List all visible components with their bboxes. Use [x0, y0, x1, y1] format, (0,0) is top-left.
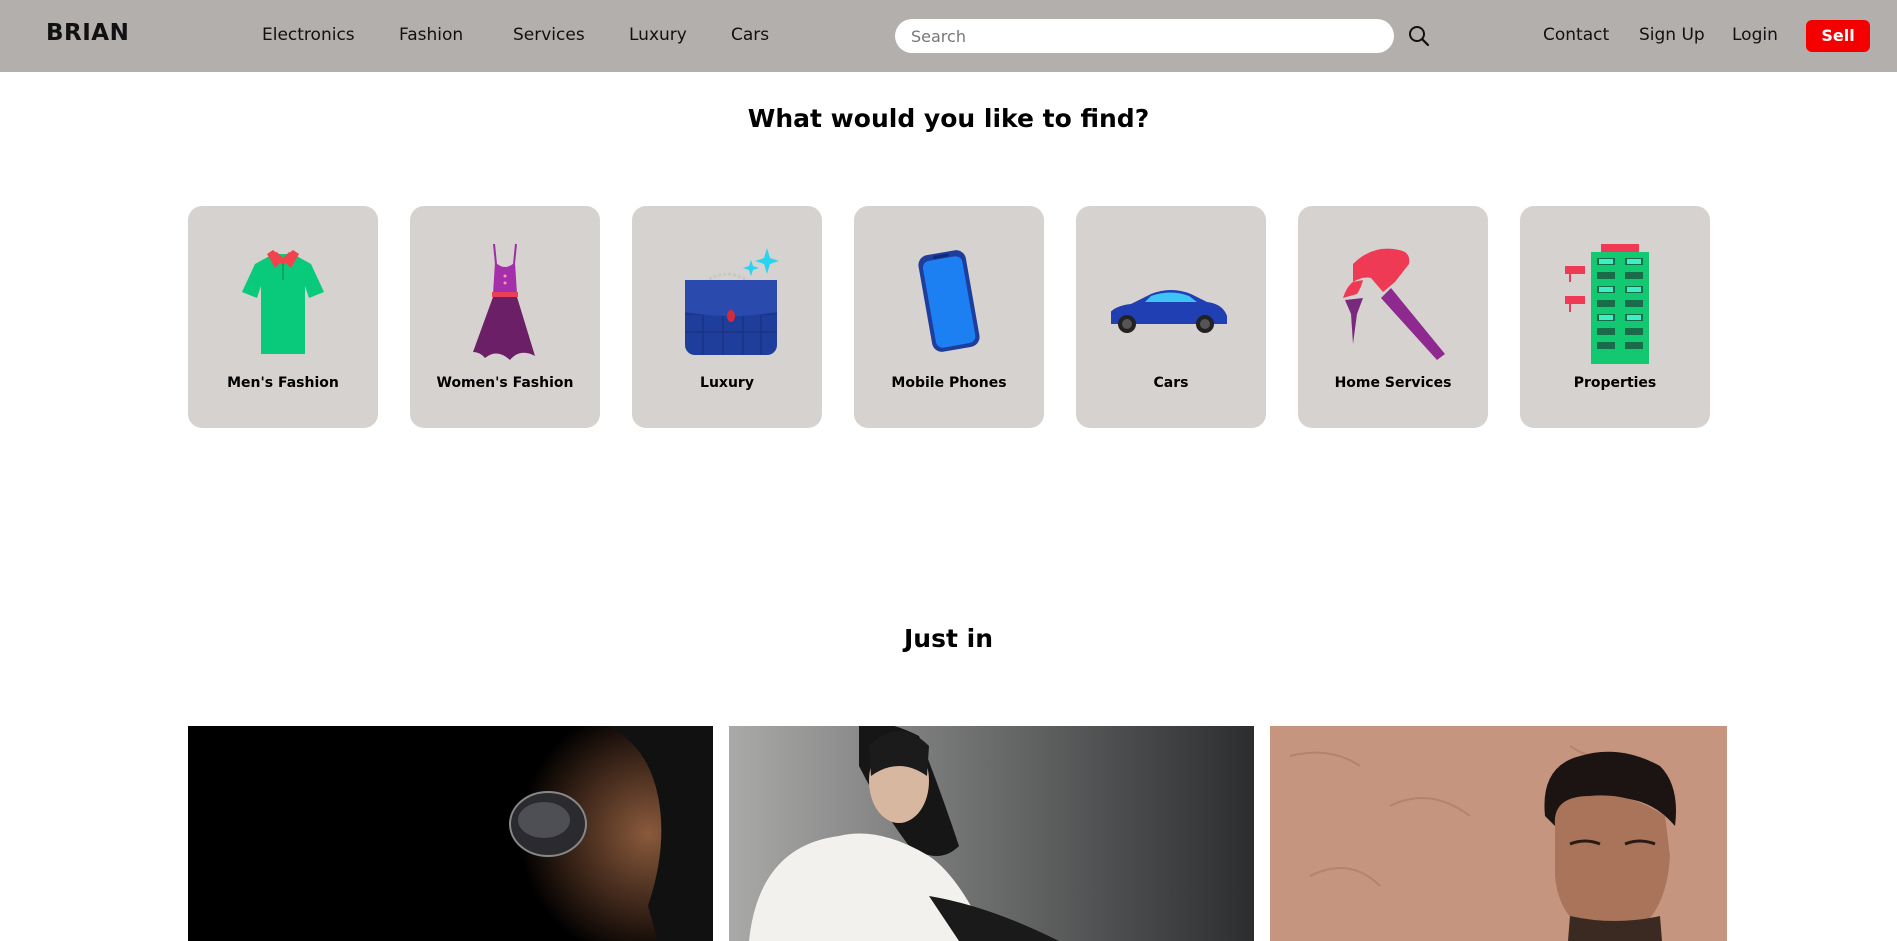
- nav-link-cars[interactable]: Cars: [731, 25, 769, 45]
- dress-icon: [445, 236, 565, 366]
- signup-link[interactable]: Sign Up: [1639, 25, 1705, 45]
- just-in-title: Just in: [903, 624, 993, 653]
- category-card-home-services[interactable]: Home Services: [1298, 206, 1488, 428]
- category-label: Mobile Phones: [891, 375, 1007, 391]
- category-card-mobile-phones[interactable]: Mobile Phones: [854, 206, 1044, 428]
- car-icon: [1107, 236, 1231, 366]
- search-input[interactable]: [895, 19, 1394, 53]
- hammer-icon: [1333, 236, 1453, 366]
- nav-link-services[interactable]: Services: [513, 25, 585, 45]
- building-icon: [1555, 236, 1675, 366]
- search-icon[interactable]: [1407, 24, 1431, 48]
- category-label: Luxury: [700, 375, 754, 391]
- sell-button[interactable]: Sell: [1806, 20, 1870, 52]
- nav-link-luxury[interactable]: Luxury: [629, 25, 687, 45]
- find-section-title: What would you like to find?: [747, 104, 1150, 133]
- brand-logo[interactable]: BRIAN: [46, 20, 129, 46]
- tshirt-icon: [223, 236, 343, 366]
- nav-link-fashion[interactable]: Fashion: [399, 25, 463, 45]
- category-card-cars[interactable]: Cars: [1076, 206, 1266, 428]
- category-card-properties[interactable]: Properties: [1520, 206, 1710, 428]
- top-navbar: BRIAN Electronics Fashion Services Luxur…: [0, 0, 1897, 72]
- category-card-mens-fashion[interactable]: Men's Fashion: [188, 206, 378, 428]
- category-label: Home Services: [1334, 375, 1452, 391]
- login-link[interactable]: Login: [1732, 25, 1778, 45]
- category-label: Men's Fashion: [227, 375, 339, 391]
- contact-link[interactable]: Contact: [1543, 25, 1609, 45]
- woman-white-tshirt-photo[interactable]: [729, 726, 1254, 941]
- phone-icon: [889, 236, 1009, 366]
- category-label: Women's Fashion: [436, 375, 574, 391]
- handbag-icon: [667, 236, 787, 366]
- category-card-womens-fashion[interactable]: Women's Fashion: [410, 206, 600, 428]
- category-card-luxury[interactable]: Luxury: [632, 206, 822, 428]
- man-portrait-photo[interactable]: [1270, 726, 1727, 941]
- category-label: Cars: [1153, 375, 1189, 391]
- category-label: Properties: [1573, 375, 1657, 391]
- nav-link-electronics[interactable]: Electronics: [262, 25, 355, 45]
- woman-sunglasses-photo[interactable]: [188, 726, 713, 941]
